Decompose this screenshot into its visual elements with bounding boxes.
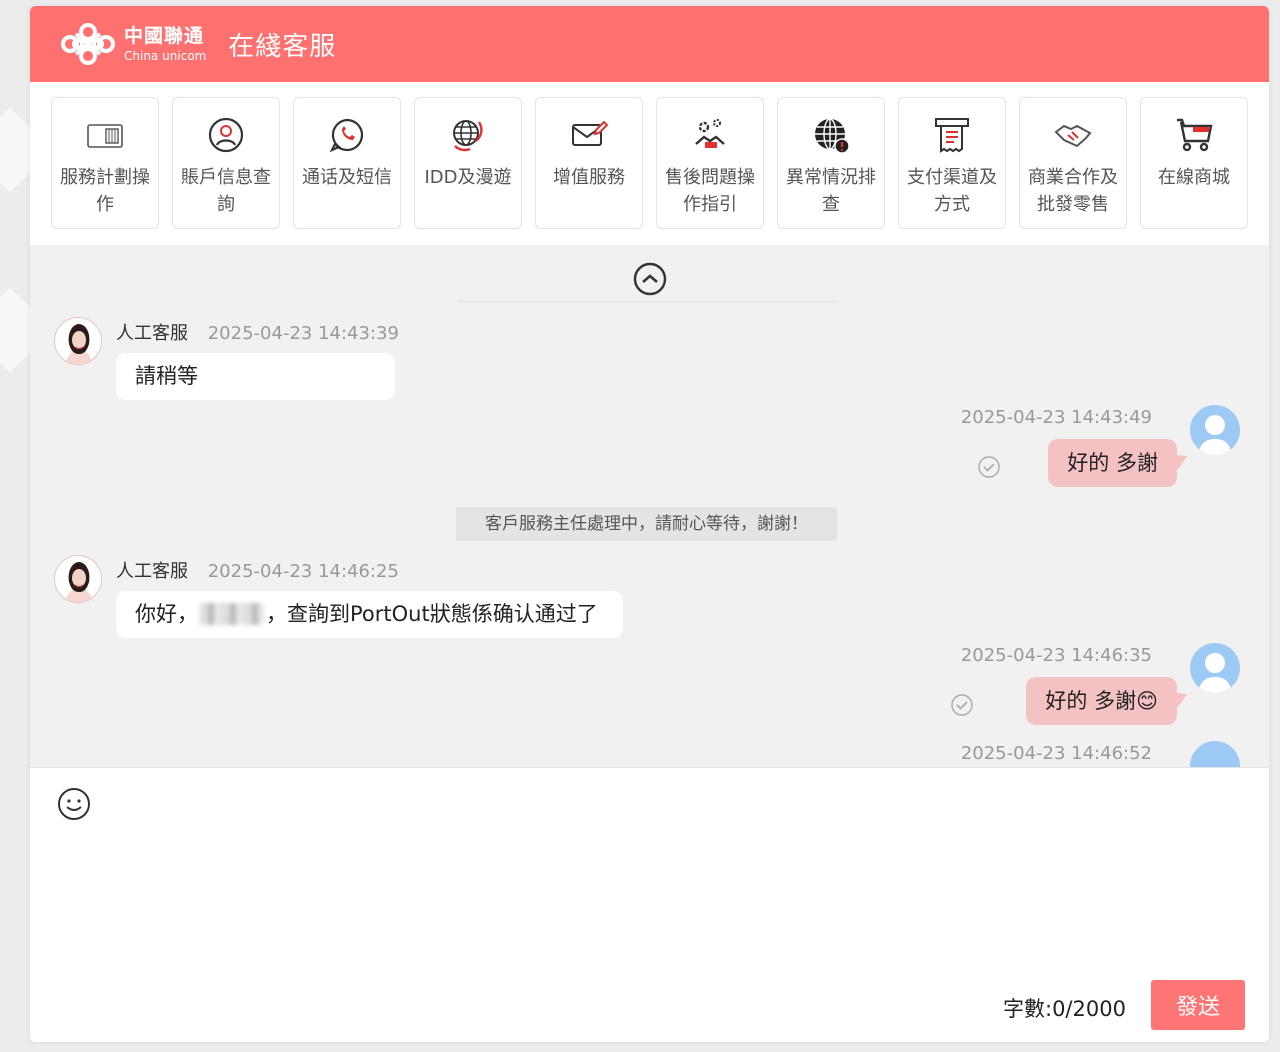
message-time: 2025-04-23 14:43:49 xyxy=(960,407,1152,428)
tool-service-plan[interactable]: 服務計劃操作 xyxy=(51,97,159,229)
header-bar: 中國聯通 China unicom 在綫客服 xyxy=(30,6,1269,82)
read-check-icon xyxy=(978,456,1000,478)
send-button[interactable]: 發送 xyxy=(1151,980,1245,1030)
char-counter: 字數:0/2000 xyxy=(1003,997,1126,1021)
tool-label: 異常情況排查 xyxy=(786,167,876,215)
chat-window: 中國聯通 China unicom 在綫客服 服務計劃操作 賬戶信息查詢 通话及… xyxy=(30,6,1269,1042)
system-notice: 客戶服務主任處理中，請耐心等待，謝謝！ xyxy=(456,507,837,541)
message-time: 2025-04-23 14:46:52 xyxy=(960,743,1152,764)
user-message: 2025-04-23 14:46:52 xyxy=(840,741,1240,767)
chat-history[interactable]: 人工客服 2025-04-23 14:43:39 請稍等 2025-04-23 … xyxy=(30,245,1269,767)
message-bubble: 好的 多謝 xyxy=(1048,439,1177,487)
emoji-icon[interactable] xyxy=(56,786,92,822)
handshake-icon xyxy=(1054,124,1092,148)
tool-label: 在線商城 xyxy=(1158,167,1230,188)
tool-label: 支付渠道及方式 xyxy=(907,167,997,215)
message-text: 你好， xyxy=(135,602,198,626)
message-time: 2025-04-23 14:46:25 xyxy=(207,561,399,582)
shopping-cart-icon xyxy=(1177,118,1213,152)
gear-handshake-icon xyxy=(695,119,725,148)
tool-label: 賬戶信息查詢 xyxy=(181,167,271,215)
tool-account-query[interactable]: 賬戶信息查詢 xyxy=(172,97,280,229)
tool-label: 服務計劃操作 xyxy=(60,167,150,215)
tool-payment[interactable]: 支付渠道及方式 xyxy=(898,97,1006,229)
user-avatar xyxy=(1190,741,1240,767)
unicom-knot-icon xyxy=(61,23,115,65)
agent-avatar xyxy=(54,555,102,603)
sender-name: 人工客服 xyxy=(116,323,188,344)
divider xyxy=(458,301,838,302)
globe-alert-icon xyxy=(815,118,850,154)
user-account-icon xyxy=(208,117,244,153)
user-message: 2025-04-23 14:43:49 好的 多謝 xyxy=(840,405,1240,495)
message-time: 2025-04-23 14:43:39 xyxy=(207,323,399,344)
redacted-name xyxy=(200,603,264,625)
tool-label: 通话及短信 xyxy=(302,167,392,188)
phone-chat-icon xyxy=(329,118,364,153)
sender-name: 人工客服 xyxy=(116,561,188,582)
message-bubble: 請稍等 xyxy=(116,353,395,400)
tool-idd-roaming[interactable]: IDD及漫遊 xyxy=(414,97,522,229)
message-input-area: 字數:0/2000 發送 xyxy=(30,767,1269,1042)
message-text: ，查詢到PortOut狀態係确认通过了 xyxy=(266,602,598,626)
tool-value-added[interactable]: 增值服務 xyxy=(535,97,643,229)
page-title: 在綫客服 xyxy=(228,31,337,62)
user-avatar xyxy=(1190,405,1240,455)
tool-label: 商業合作及批發零售 xyxy=(1028,167,1118,215)
read-check-icon xyxy=(951,694,973,716)
tool-after-sales[interactable]: 售後問題操作指引 xyxy=(656,97,764,229)
envelope-edit-icon xyxy=(572,120,608,146)
message-bubble: 你好， ，查詢到PortOut狀態係确认通过了 xyxy=(116,591,623,638)
service-toolbar: 服務計劃操作 賬戶信息查詢 通话及短信 IDD及漫遊 增值服務 售後問題操作指引… xyxy=(30,82,1269,245)
receipt-icon xyxy=(935,118,969,153)
tool-label: 售後問題操作指引 xyxy=(665,167,755,215)
collapse-toolbar-icon[interactable] xyxy=(633,262,667,296)
china-unicom-logo: 中國聯通 China unicom xyxy=(56,20,206,68)
user-avatar xyxy=(1190,643,1240,693)
message-input[interactable] xyxy=(56,832,1246,972)
tool-label: 增值服務 xyxy=(553,167,625,188)
tool-label: IDD及漫遊 xyxy=(424,167,512,188)
tool-online-store[interactable]: 在線商城 xyxy=(1140,97,1248,229)
agent-avatar xyxy=(54,317,102,365)
message-bubble: 好的 多謝😊 xyxy=(1026,677,1177,725)
globe-roaming-icon xyxy=(453,120,483,152)
user-message: 2025-04-23 14:46:35 好的 多謝😊 xyxy=(840,643,1240,733)
brand-name-en: China unicom xyxy=(124,48,207,63)
message-time: 2025-04-23 14:46:35 xyxy=(960,645,1152,666)
tool-business-partner[interactable]: 商業合作及批發零售 xyxy=(1019,97,1127,229)
tool-calls-sms[interactable]: 通话及短信 xyxy=(293,97,401,229)
sim-card-icon xyxy=(87,124,123,148)
brand-name-cn: 中國聯通 xyxy=(124,24,205,47)
tool-troubleshoot[interactable]: 異常情況排查 xyxy=(777,97,885,229)
